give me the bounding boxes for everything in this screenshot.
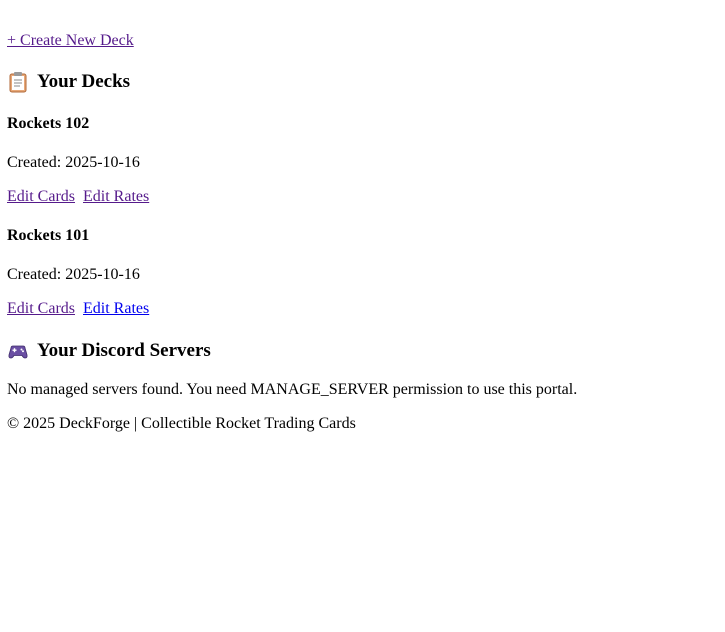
- edit-cards-link[interactable]: Edit Cards: [7, 188, 75, 205]
- deck-created-date: Created: 2025-10-16: [7, 266, 140, 283]
- servers-section-heading: Your Discord Servers: [7, 340, 211, 362]
- deck-name: Rockets 101: [7, 227, 90, 244]
- decks-section-title: Your Decks: [37, 71, 131, 92]
- game-controller-icon: [7, 340, 29, 362]
- footer-text: © 2025 DeckForge | Collectible Rocket Tr…: [7, 415, 356, 432]
- deck-actions: Edit Cards Edit Rates: [7, 300, 149, 318]
- edit-cards-link[interactable]: Edit Cards: [7, 300, 75, 317]
- clipboard-icon: [7, 71, 29, 93]
- edit-rates-link[interactable]: Edit Rates: [83, 300, 149, 317]
- decks-section-heading: Your Decks: [7, 71, 130, 93]
- page-title: Dashboard: [7, 0, 120, 8]
- servers-section-title: Your Discord Servers: [37, 340, 211, 361]
- edit-rates-link[interactable]: Edit Rates: [83, 188, 149, 205]
- deck-created-date: Created: 2025-10-16: [7, 154, 140, 171]
- no-servers-message: No managed servers found. You need MANAG…: [7, 381, 578, 398]
- deck-actions: Edit Cards Edit Rates: [7, 188, 149, 206]
- create-new-deck-link[interactable]: + Create New Deck: [7, 32, 134, 50]
- deck-name: Rockets 102: [7, 115, 90, 132]
